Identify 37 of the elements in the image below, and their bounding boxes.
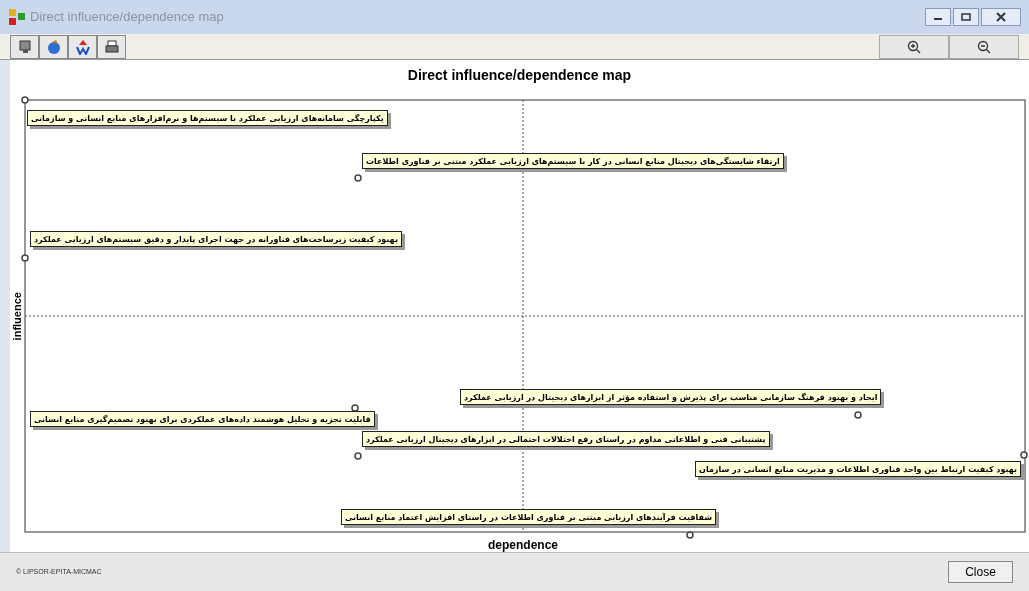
printer-icon: [103, 38, 120, 55]
close-button[interactable]: Close: [948, 561, 1013, 583]
point-marker: [353, 451, 363, 461]
app-icon: [8, 8, 26, 26]
toolbar-button[interactable]: [10, 34, 39, 59]
maximize-icon: [961, 13, 971, 21]
point-marker: [353, 173, 363, 183]
variable-label: بهبود کیفیت زیرساخت‌های فناورانه در جهت اجرای پایدار و دقیق سیستم‌های ارزیابی عملکرد: [30, 231, 402, 247]
toolbar-button[interactable]: [97, 34, 126, 59]
zoom-in-icon: [907, 39, 921, 54]
zoom-out-button[interactable]: [949, 34, 1019, 59]
axis-label: influence: [10, 292, 24, 341]
toolbar-button[interactable]: [68, 34, 97, 59]
window-title: Direct influence/dependence map: [30, 8, 224, 27]
axis-label: dependence: [488, 537, 559, 552]
map-title: Direct influence/dependence map: [406, 66, 633, 85]
point-marker: [685, 530, 695, 540]
variable-label: ارتقاء شایستگی‌های دیجیتال منابع انسانی در کار با سیستم‌های ارزیابی عملکرد مبتنی بر فناوری اطلاعات: [362, 153, 784, 169]
close-icon: [996, 12, 1006, 22]
zoom-in-button[interactable]: [879, 34, 949, 59]
close-window-button[interactable]: [981, 8, 1021, 26]
variable-label: قابلیت تجزیه و تحلیل هوشمند داده‌های عملکردی برای بهبود تصمیم‌گیری منابع انسانی: [30, 411, 375, 427]
point-marker: [20, 95, 30, 105]
variable-label: شفافیت فرآیندهای ارزیابی مبتنی بر فناوری اطلاعات در راستای افزایش اعتماد منابع انسانی: [341, 509, 717, 525]
globe-icon: [45, 38, 62, 55]
variable-label: ایجاد و بهبود فرهنگ سازمانی مناسب برای پذیرش و استفاده مؤثر از ابزارهای دیجیتال در ارزیابی عملکرد: [460, 389, 882, 405]
variable-label: پشتیبانی فنی و اطلاعاتی مداوم در راستای رفع اختلالات احتمالی در ابزارهای دیجیتال ارزیابی عملکرد: [362, 431, 770, 447]
minimize-button[interactable]: [925, 8, 951, 26]
variable-label: یکپارچگی سامانه‌های ارزیابی عملکرد با سیستم‌ها و نرم‌افزارهای منابع انسانی و سازمانی: [27, 110, 388, 126]
maximize-button[interactable]: [953, 8, 979, 26]
monitor-icon: [16, 38, 33, 55]
point-marker: [853, 410, 863, 420]
toolbar-button[interactable]: [39, 34, 68, 59]
point-marker: [350, 403, 360, 413]
zoom-out-icon: [977, 39, 991, 54]
point-marker: [20, 253, 30, 263]
variable-label: بهبود کیفیت ارتباط بین واحد فناوری اطلاعات و مدیریت منابع انسانی در سازمان: [695, 461, 1021, 477]
